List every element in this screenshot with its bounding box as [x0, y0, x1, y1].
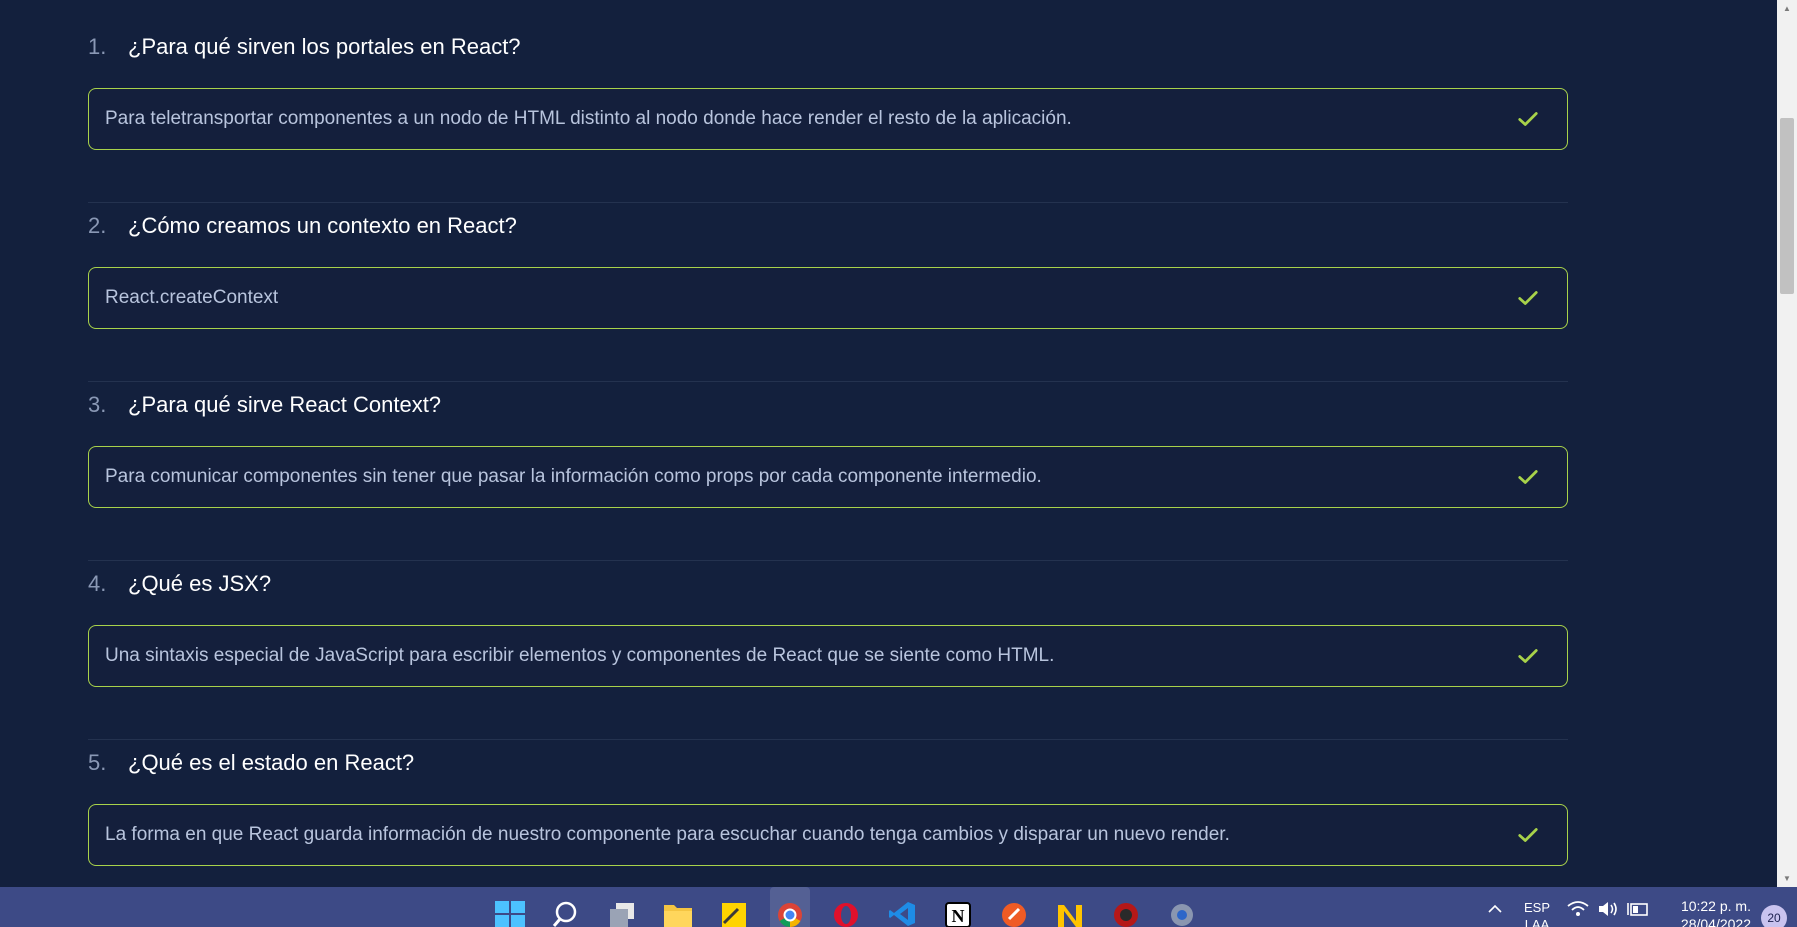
show-hidden-icons-chevron-icon[interactable]	[1487, 901, 1503, 916]
selected-answer-correct[interactable]: Una sintaxis especial de JavaScript para…	[88, 625, 1568, 687]
check-icon	[1518, 291, 1538, 305]
search-icon[interactable]	[546, 887, 586, 927]
check-icon	[1518, 470, 1538, 484]
brave-icon[interactable]	[1106, 887, 1146, 927]
question-number: 4.	[88, 571, 107, 596]
wifi-icon[interactable]	[1567, 901, 1589, 920]
check-icon	[1518, 112, 1538, 126]
clock[interactable]: 10:22 p. m. 28/04/2022	[1681, 897, 1751, 927]
answer-text: Para teletransportar componentes a un no…	[105, 108, 1072, 129]
answer-text: Para comunicar componentes sin tener que…	[105, 466, 1042, 487]
chrome-icon[interactable]	[770, 887, 810, 927]
question-title: ¿Qué es JSX?	[128, 571, 272, 596]
question-2: 2. ¿Cómo creamos un contexto en React? R…	[88, 202, 1568, 382]
windows-taskbar: N ESP LAA 10:22 p. m. 28/04/2022 20	[0, 887, 1797, 927]
scrollbar-thumb[interactable]	[1780, 118, 1794, 294]
question-3: 3. ¿Para qué sirve React Context? Para c…	[88, 381, 1568, 561]
norton-icon[interactable]	[1050, 887, 1090, 927]
svg-text:N: N	[952, 906, 965, 926]
input-language[interactable]: ESP LAA	[1519, 899, 1555, 927]
question-title: ¿Para qué sirven los portales en React?	[128, 34, 521, 59]
question-title: ¿Qué es el estado en React?	[128, 750, 415, 775]
answer-text: Una sintaxis especial de JavaScript para…	[105, 645, 1055, 666]
question-1: 1. ¿Para qué sirven los portales en Reac…	[88, 24, 1568, 203]
windows-start-icon[interactable]	[490, 887, 530, 927]
notification-badge[interactable]: 20	[1761, 905, 1787, 927]
clock-date: 28/04/2022	[1680, 916, 1751, 927]
battery-icon[interactable]	[1627, 901, 1649, 920]
page-viewport: 1. ¿Para qué sirven los portales en Reac…	[0, 0, 1777, 887]
question-number: 2.	[88, 213, 107, 238]
scroll-down-arrow-icon[interactable]: ▼	[1777, 870, 1797, 887]
quiz-results: 1. ¿Para qué sirven los portales en Reac…	[88, 24, 1568, 887]
language-sub: LAA	[1524, 917, 1550, 927]
selected-answer-correct[interactable]: Para teletransportar componentes a un no…	[88, 88, 1568, 150]
vscode-icon[interactable]	[882, 887, 922, 927]
task-view-icon[interactable]	[602, 887, 642, 927]
sticky-notes-icon[interactable]	[714, 887, 754, 927]
clock-time: 10:22 p. m.	[1680, 898, 1751, 914]
check-icon	[1518, 828, 1538, 842]
settings-icon[interactable]	[1162, 887, 1202, 927]
question-5: 5. ¿Qué es el estado en React? La forma …	[88, 739, 1568, 887]
taskbar-apps: N	[490, 887, 1202, 927]
question-number: 5.	[88, 750, 107, 775]
file-explorer-icon[interactable]	[658, 887, 698, 927]
opera-icon[interactable]	[826, 887, 866, 927]
volume-icon[interactable]	[1597, 901, 1619, 920]
question-title: ¿Cómo creamos un contexto en React?	[128, 213, 517, 238]
question-title: ¿Para qué sirve React Context?	[128, 392, 442, 417]
postman-icon[interactable]	[994, 887, 1034, 927]
answer-text: React.createContext	[105, 287, 279, 308]
question-number: 1.	[88, 34, 107, 59]
vertical-scrollbar[interactable]: ▲ ▼	[1777, 0, 1797, 887]
selected-answer-correct[interactable]: La forma en que React guarda información…	[88, 804, 1568, 866]
question-4: 4. ¿Qué es JSX? Una sintaxis especial de…	[88, 560, 1568, 740]
check-icon	[1518, 649, 1538, 663]
answer-text: La forma en que React guarda información…	[105, 824, 1230, 845]
language-code: ESP	[1523, 900, 1550, 915]
selected-answer-correct[interactable]: Para comunicar componentes sin tener que…	[88, 446, 1568, 508]
question-number: 3.	[88, 392, 107, 417]
scroll-up-arrow-icon[interactable]: ▲	[1777, 0, 1797, 17]
selected-answer-correct[interactable]: React.createContext	[88, 267, 1568, 329]
notion-icon[interactable]: N	[938, 887, 978, 927]
